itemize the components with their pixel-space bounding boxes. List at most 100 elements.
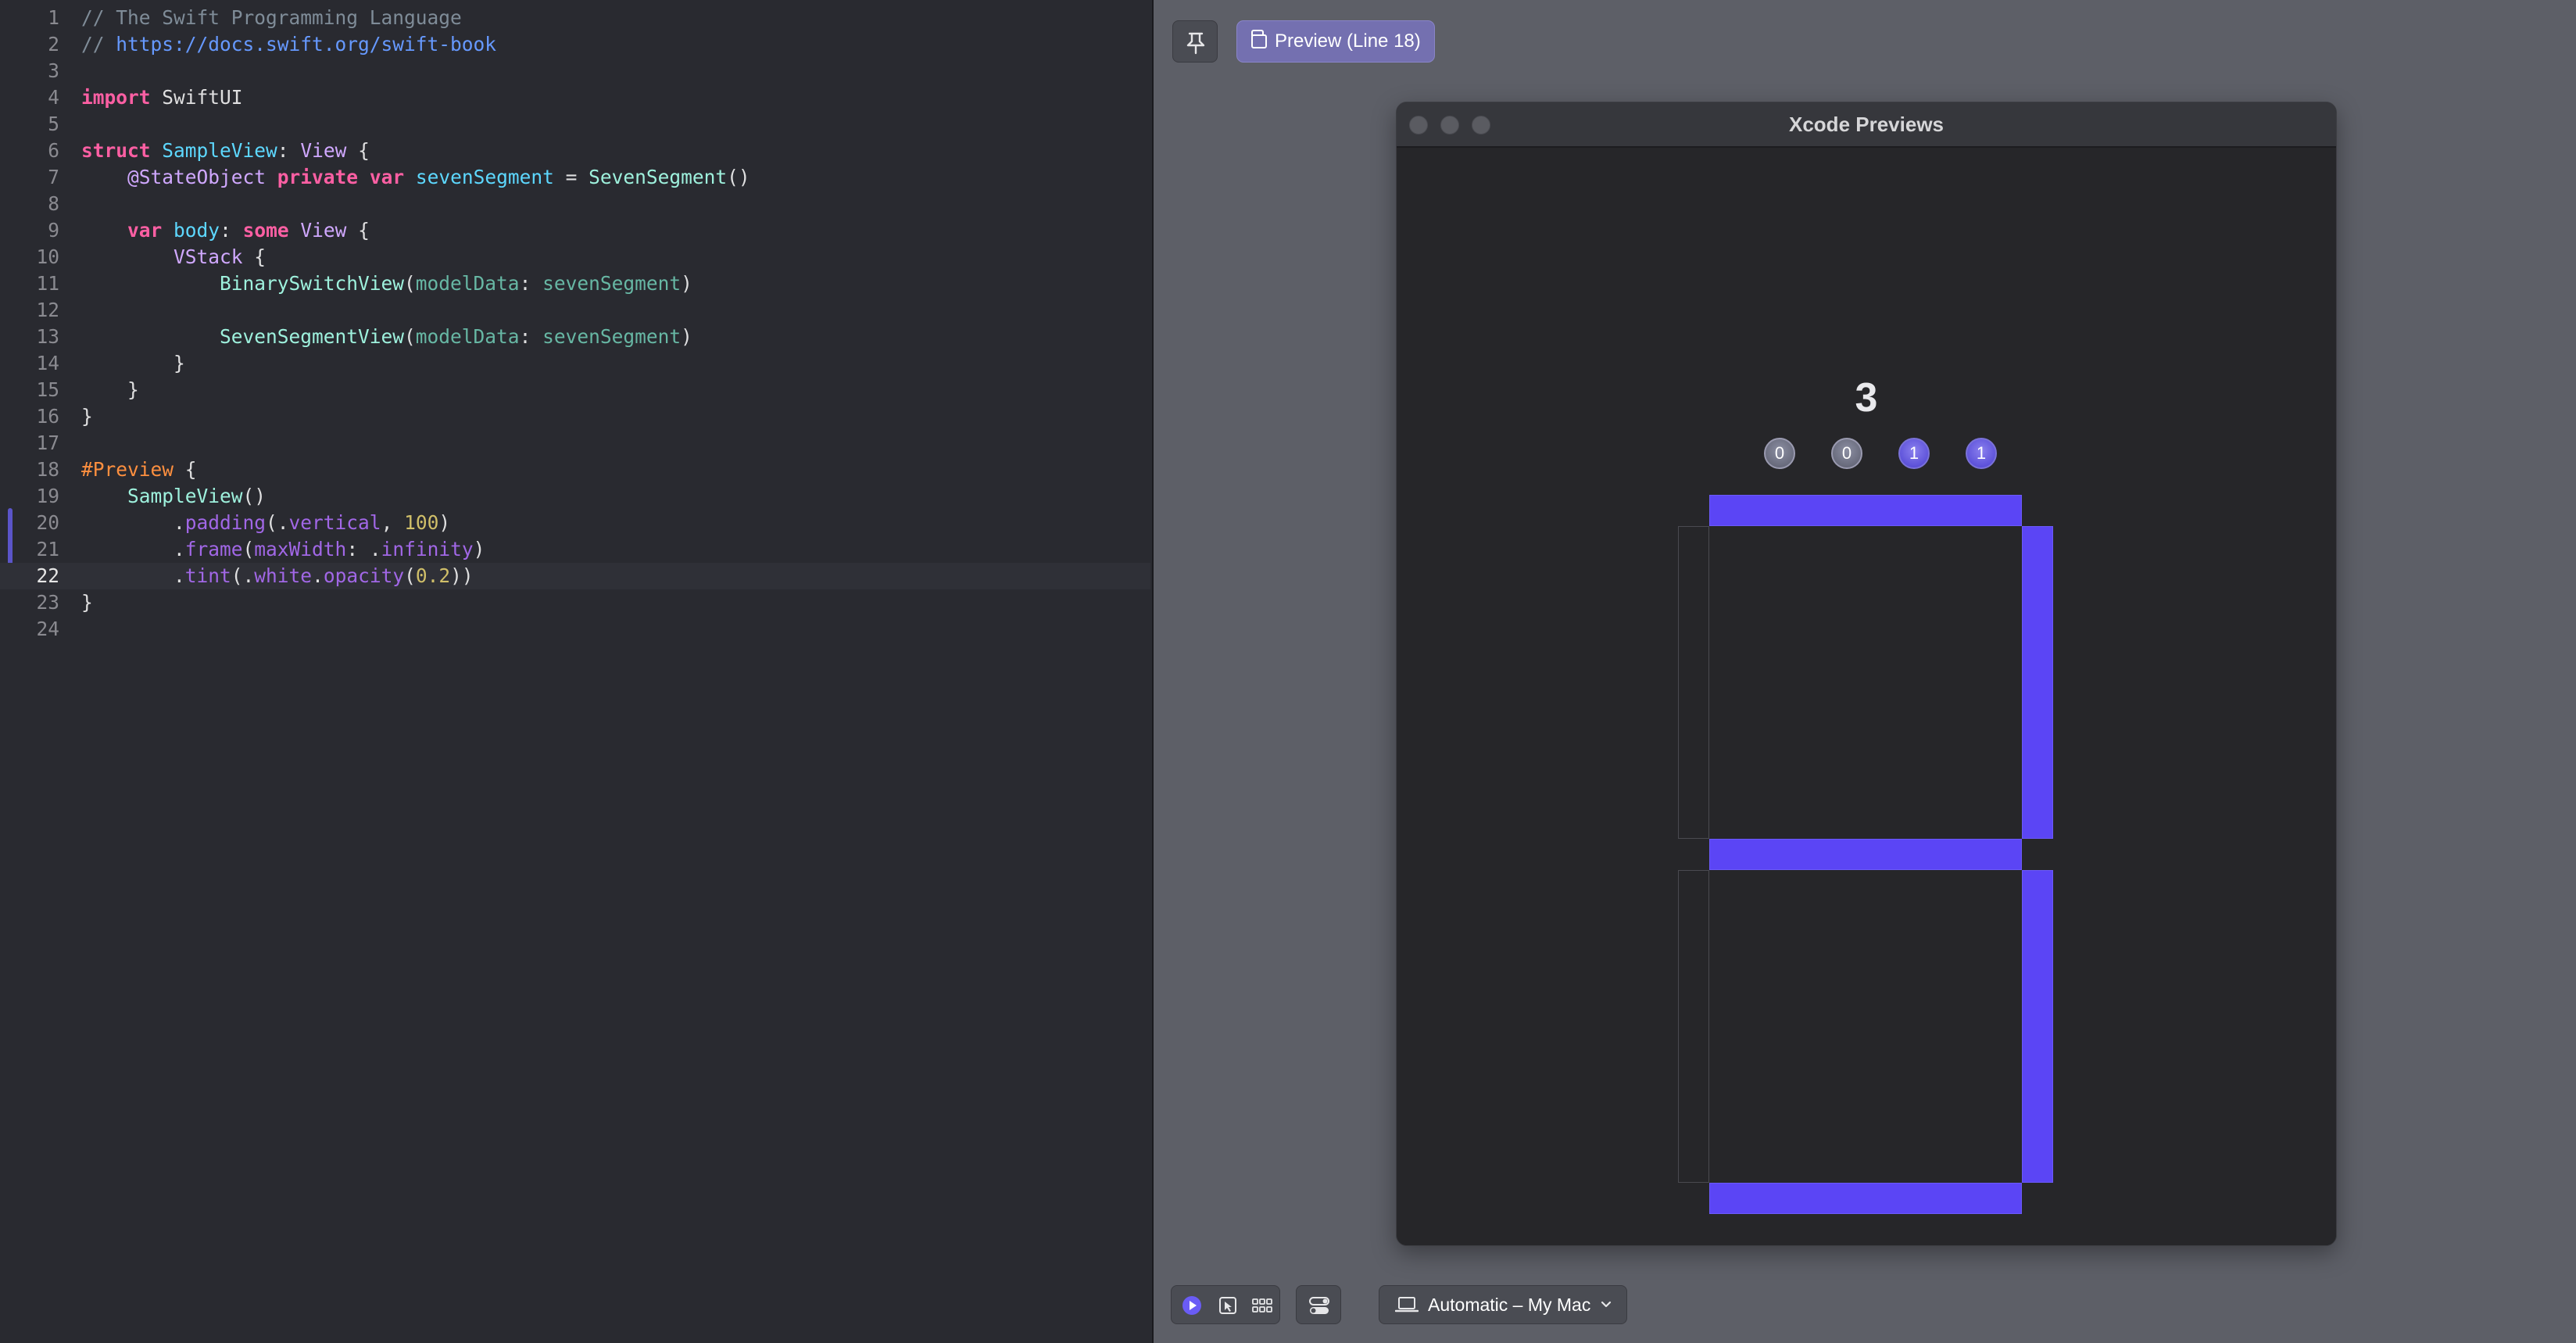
window-titlebar: Xcode Previews [1397, 102, 2336, 148]
device-picker-button[interactable]: Automatic – My Mac [1379, 1285, 1627, 1324]
preview-window: Xcode Previews 3 0 0 1 1 [1396, 102, 2337, 1246]
line-number: 22 [36, 564, 59, 587]
code-token: () [242, 485, 267, 507]
code-token: ( [242, 538, 255, 560]
line-number: 2 [48, 33, 59, 56]
code-text: } [81, 350, 185, 377]
code-token: SevenSegment [589, 166, 728, 188]
code-text: // https://docs.swift.org/swift-book [81, 31, 496, 58]
line-number: 9 [48, 219, 59, 242]
code-line[interactable]: 11 BinarySwitchView(modelData: sevenSegm… [0, 270, 1150, 297]
device-settings-button[interactable] [1296, 1285, 1341, 1324]
code-token: SevenSegmentView [220, 325, 405, 348]
code-line[interactable]: 7 @StateObject private var sevenSegment … [0, 164, 1150, 191]
line-number: 15 [36, 378, 59, 401]
code-line[interactable]: 15 } [0, 377, 1150, 403]
code-line[interactable]: 23} [0, 589, 1150, 616]
code-line[interactable]: 16} [0, 403, 1150, 430]
code-token: ) [681, 272, 692, 295]
line-number: 23 [36, 591, 59, 614]
segment-b-top-right [2022, 526, 2053, 839]
code-line[interactable]: 2 // https://docs.swift.org/swift-book [0, 31, 1150, 58]
code-token: BinarySwitchView [220, 272, 405, 295]
code-token: . [81, 564, 185, 587]
live-mode-icon[interactable] [1179, 1293, 1204, 1318]
binary-switch-8[interactable]: 0 [1764, 438, 1795, 469]
segment-e-bottom-left [1678, 870, 1709, 1183]
line-number: 1 [48, 6, 59, 29]
code-token: . [312, 564, 324, 587]
code-token: () [727, 166, 750, 188]
binary-switch-1[interactable]: 1 [1966, 438, 1997, 469]
code-token: padding [184, 511, 267, 534]
segment-d-bottom [1709, 1183, 2022, 1214]
code-line[interactable]: 17 [0, 430, 1150, 457]
code-line[interactable]: 18 #Preview { [0, 457, 1150, 483]
variants-grid-icon[interactable] [1250, 1293, 1275, 1318]
code-token: } [81, 405, 93, 428]
code-text: } [81, 403, 93, 430]
code-editor[interactable]: 1 // The Swift Programming Language 2 // ht… [0, 0, 1154, 1343]
code-token: https://docs.swift.org/swift-book [116, 33, 497, 56]
line-number: 24 [36, 618, 59, 640]
code-line[interactable]: 3 [0, 58, 1150, 84]
line-number: 12 [36, 299, 59, 321]
code-line[interactable]: 21 .frame(maxWidth: .infinity) [0, 536, 1150, 563]
code-token: infinity [381, 538, 474, 560]
code-line[interactable]: 6 struct SampleView: View { [0, 138, 1150, 164]
code-token: ) [681, 325, 692, 348]
code-line[interactable]: 24 [0, 616, 1150, 643]
code-line[interactable]: 4 import SwiftUI [0, 84, 1150, 111]
line-number: 16 [36, 405, 59, 428]
code-token: = [553, 166, 589, 188]
code-line[interactable]: 12 [0, 297, 1150, 324]
code-text: SampleView() [81, 483, 266, 510]
code-token: modelData [415, 325, 520, 348]
line-number: 21 [36, 538, 59, 560]
chevron-down-icon [1601, 1301, 1612, 1308]
preview-mode-group [1171, 1285, 1280, 1324]
pin-preview-button[interactable] [1172, 20, 1218, 63]
code-line[interactable]: 14 } [0, 350, 1150, 377]
code-line[interactable]: 1 // The Swift Programming Language [0, 5, 1150, 31]
code-text: } [81, 377, 139, 403]
code-token: . [81, 511, 185, 534]
code-token: } [81, 378, 139, 401]
code-line[interactable]: 5 [0, 111, 1150, 138]
code-line[interactable]: 20 .padding(.vertical, 100) [0, 510, 1150, 536]
code-line[interactable]: 13 SevenSegmentView(modelData: sevenSegm… [0, 324, 1150, 350]
code-token: } [81, 352, 185, 374]
code-line[interactable]: 8 [0, 191, 1150, 217]
code-token: : [277, 139, 301, 162]
code-line[interactable]: 9 var body: some View { [0, 217, 1150, 244]
binary-switch-2[interactable]: 1 [1898, 438, 1930, 469]
code-token: )) [450, 564, 474, 587]
code-text: import SwiftUI [81, 84, 243, 111]
binary-switch-4[interactable]: 0 [1831, 438, 1862, 469]
code-token: : [519, 272, 543, 295]
code-token: . [81, 538, 185, 560]
code-token: var [369, 166, 405, 188]
code-token: tint [184, 564, 231, 587]
code-token: ) [438, 511, 451, 534]
selectable-mode-icon[interactable] [1215, 1293, 1240, 1318]
code-text: @StateObject private var sevenSegment = … [81, 164, 750, 191]
code-line[interactable]: 22 .tint(.white.opacity(0.2)) [0, 563, 1150, 589]
code-token: maxWidth [254, 538, 347, 560]
code-token: struct [81, 139, 151, 162]
preview-selector-chip[interactable]: Preview (Line 18) [1236, 20, 1435, 63]
code-token: ( [404, 325, 416, 348]
code-line[interactable]: 19 SampleView() [0, 483, 1150, 510]
line-number: 11 [36, 272, 59, 295]
code-token: some [242, 219, 289, 242]
code-token: var [127, 219, 163, 242]
code-line[interactable]: 10 VStack { [0, 244, 1150, 270]
code-token: { [242, 245, 267, 268]
code-token: : [519, 325, 543, 348]
